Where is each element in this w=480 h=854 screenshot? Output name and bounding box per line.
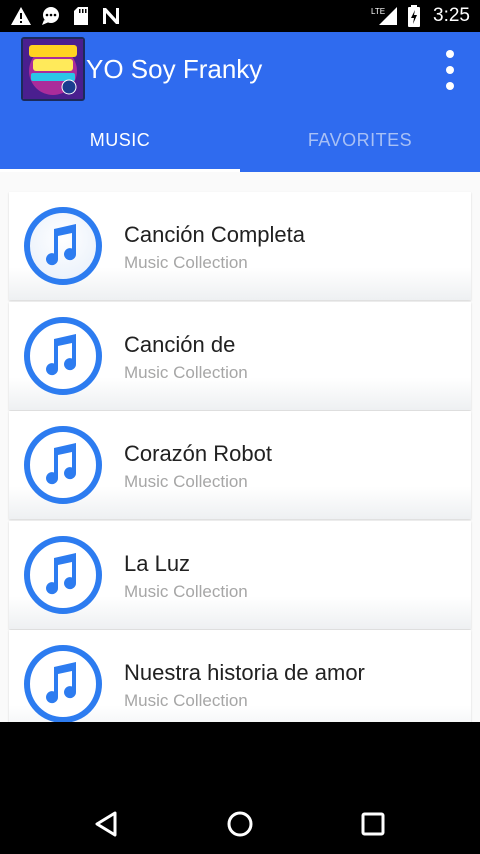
song-subtitle: Music Collection [124,691,248,710]
back-icon[interactable] [88,806,124,842]
music-note-icon [24,207,102,285]
song-item[interactable]: La Luz Music Collection [9,520,471,629]
lte-label: LTE [371,7,385,16]
toolbar: YO Soy Franky [0,32,480,108]
song-subtitle: Music Collection [124,581,248,601]
status-bar: LTE 3:25 [0,0,480,32]
lte-signal-icon: LTE [371,5,399,27]
menu-dot [446,50,454,58]
song-item[interactable]: Corazón Robot Music Collection [9,411,471,519]
app-title: YO Soy Franky [86,54,263,84]
status-clock: 3:25 [433,5,470,26]
tab-bar: MUSIC FAVORITES [0,108,480,172]
status-right: LTE 3:25 [371,5,470,27]
battery-icon [407,5,421,27]
song-item[interactable]: Canción de Music Collection [9,301,471,410]
music-note-icon [24,535,102,614]
song-subtitle: Music Collection [124,362,248,382]
song-title: Canción Completa [124,222,305,247]
warning-icon [10,5,32,27]
song-item[interactable]: Canción Completa Music Collection [9,192,471,300]
song-title: Canción de [124,331,236,357]
song-subtitle: Music Collection [124,253,248,272]
recents-icon[interactable] [355,806,391,842]
song-title: Nuestra historia de amor [124,660,365,685]
tab-music[interactable]: MUSIC [0,108,240,172]
song-list-container[interactable]: Canción Completa Music Collection Canció… [0,172,480,722]
home-icon[interactable] [222,806,258,842]
music-note-icon [24,316,102,395]
menu-dot [446,82,454,90]
song-item[interactable]: Nuestra historia de amor Music Collectio… [9,630,471,722]
chat-icon [40,5,62,27]
menu-dot [446,66,454,74]
song-subtitle: Music Collection [124,472,248,491]
more-vert-icon[interactable] [438,50,462,90]
n-icon [100,5,122,27]
navigation-bar [0,722,480,854]
music-note-icon [24,645,102,722]
app-logo-icon [21,37,85,101]
app-bar: YO Soy Franky MUSIC FAVORITES [0,32,480,172]
music-note-icon [24,426,102,504]
status-left [10,5,122,27]
tab-favorites[interactable]: FAVORITES [240,108,480,172]
sd-card-icon [70,5,92,27]
song-title: Corazón Robot [124,441,272,466]
song-title: La Luz [124,550,191,576]
song-list: Canción Completa Music Collection Canció… [9,192,471,722]
